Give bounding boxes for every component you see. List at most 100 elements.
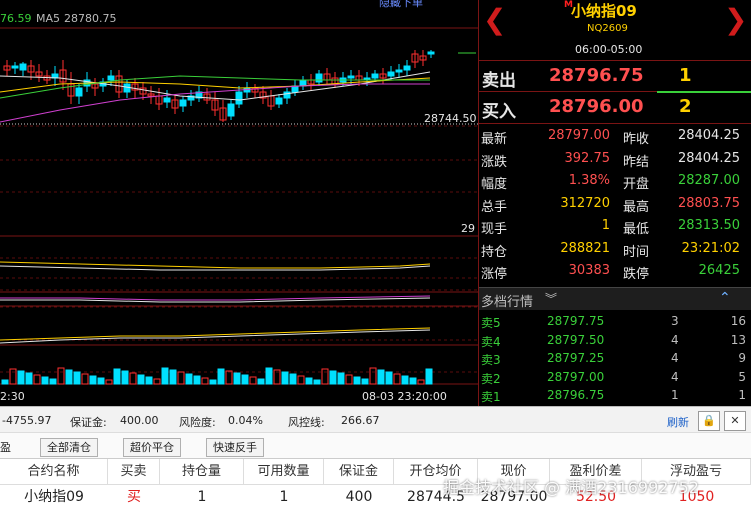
kline-chart[interactable]: 76.59 MA5 28780.75 隐藏下单 28744.50 29 2:30… <box>0 0 478 406</box>
ask-row[interactable]: 卖出 28796.75 1 <box>479 62 751 91</box>
over-price-close-button[interactable]: 超价平仓 <box>123 438 181 457</box>
candle-body <box>227 103 235 117</box>
table-cell[interactable]: 1 <box>160 485 244 510</box>
quote-label: 时间 <box>623 244 650 260</box>
depth-row[interactable]: 卖3 28797.25 4 9 <box>479 349 751 368</box>
volume-bar <box>417 379 425 385</box>
quote-value: 28803.75 <box>677 195 740 211</box>
volume-bar <box>241 374 249 385</box>
account-bar: -4755.97 保证金: 400.00 风险度: 0.04% 风控线: 266… <box>0 406 751 433</box>
quote-value: 23:21:02 <box>681 240 740 256</box>
quote-label: 持仓 <box>481 244 508 260</box>
volume-bar <box>305 377 313 385</box>
depth-row[interactable]: 卖1 28796.75 1 1 <box>479 386 751 405</box>
bid-row[interactable]: 买入 28796.00 2 <box>479 93 751 122</box>
depth-total: 1 <box>738 388 746 402</box>
column-header[interactable]: 持仓量 <box>160 459 244 485</box>
quote-row: 幅度 1.38% 开盘 28287.00 <box>479 170 751 192</box>
quote-value: 28313.50 <box>677 218 740 233</box>
depth-name: 卖1 <box>481 390 501 404</box>
quote-label: 现手 <box>481 222 508 237</box>
margin-label: 保证金: <box>70 416 107 429</box>
chevron-up-icon[interactable]: ⌃ <box>719 290 731 306</box>
ask-qty: 1 <box>679 65 692 86</box>
depth-name: 卖4 <box>481 334 501 349</box>
close-all-button[interactable]: 全部清仓 <box>40 438 98 457</box>
volume-bar <box>225 370 233 385</box>
trading-hours: 06:00-05:00 <box>575 43 643 56</box>
candle-body <box>299 79 307 87</box>
depth-qty: 4 <box>671 332 679 347</box>
time-right-label: 08-03 23:20:00 <box>362 390 447 403</box>
quote-label: 总手 <box>481 199 508 215</box>
quote-label: 最高 <box>623 199 650 215</box>
table-cell[interactable]: 1 <box>244 485 324 510</box>
volume-bar <box>313 379 321 385</box>
quote-value: 1 <box>601 218 610 233</box>
depth-total: 5 <box>738 369 746 384</box>
ma-left-value: 76.59 <box>0 12 32 25</box>
volume-bar <box>369 367 377 385</box>
quote-panel: ❮ ❯ M 小纳指09 NQ2609 06:00-05:00 卖出 28796.… <box>478 0 751 406</box>
hide-order-link[interactable]: 隐藏下单 <box>379 0 423 10</box>
volume-bar <box>329 370 337 385</box>
close-icon[interactable]: ✕ <box>724 411 746 431</box>
refresh-button[interactable]: 刷新 <box>667 414 689 430</box>
account-balance: -4755.97 <box>2 414 52 427</box>
volume-bar <box>377 369 385 385</box>
candle-body <box>403 65 411 71</box>
volume-bar <box>321 368 329 385</box>
depth-price: 28797.25 <box>547 351 605 365</box>
ma5-value: 28780.75 <box>64 12 117 25</box>
quote-value: 392.75 <box>564 150 611 166</box>
depth-qty: 3 <box>671 314 679 328</box>
chevron-left-icon[interactable]: ❮ <box>483 6 506 34</box>
quote-label: 最新 <box>481 132 508 147</box>
candle-body <box>275 97 283 105</box>
volume-bar <box>249 376 257 385</box>
candle-body <box>315 73 323 83</box>
quote-row: 现手 1 最低 28313.50 <box>479 215 751 237</box>
contract-code: NQ2609 <box>587 23 628 34</box>
quote-label: 最低 <box>623 222 650 237</box>
table-cell[interactable]: 小纳指09 <box>0 485 108 510</box>
depth-row[interactable]: 卖4 28797.50 4 13 <box>479 331 751 350</box>
chevron-right-icon[interactable]: ❯ <box>724 6 747 34</box>
volume-bar <box>217 368 225 385</box>
column-header[interactable]: 买卖 <box>108 459 160 485</box>
quick-reverse-button[interactable]: 快速反手 <box>206 438 264 457</box>
volume-bar <box>393 373 401 385</box>
volume-bar <box>65 369 73 385</box>
column-header[interactable]: 保证金 <box>324 459 394 485</box>
depth-price: 28797.00 <box>547 369 605 384</box>
quote-label: 昨收 <box>623 132 650 147</box>
volume-bar <box>425 368 433 385</box>
control-label: 风控线: <box>288 416 325 429</box>
ask-label: 卖出 <box>482 71 516 91</box>
volume-bar <box>289 373 297 385</box>
quote-row: 持仓 288821 时间 23:21:02 <box>479 238 751 260</box>
quote-row: 总手 312720 最高 28803.75 <box>479 193 751 215</box>
tab-profit[interactable]: 盈 <box>0 439 11 455</box>
double-chevron-down-icon[interactable]: ︾ <box>545 290 557 307</box>
depth-header[interactable]: 多档行情 ︾ ⌃ <box>479 287 751 310</box>
volume-bar <box>41 376 49 385</box>
column-header[interactable]: 合约名称 <box>0 459 108 485</box>
quote-value: 30383 <box>568 263 610 278</box>
indicator-line <box>0 327 431 341</box>
depth-qty: 4 <box>671 369 679 384</box>
volume-bar <box>281 371 289 385</box>
depth-row[interactable]: 卖2 28797.00 4 5 <box>479 368 751 387</box>
volume-bar <box>113 368 121 385</box>
control-value: 266.67 <box>341 414 380 427</box>
depth-qty: 4 <box>671 351 679 365</box>
volume-bar <box>233 372 241 385</box>
candle-body <box>235 91 243 105</box>
axis-label: 29 <box>461 222 475 235</box>
lock-icon[interactable]: 🔒 <box>698 411 720 431</box>
quote-label: 跌停 <box>623 267 650 282</box>
table-cell[interactable]: 400 <box>324 485 394 510</box>
table-cell[interactable]: 买 <box>108 485 160 510</box>
depth-row[interactable]: 卖5 28797.75 3 16 <box>479 312 751 331</box>
column-header[interactable]: 可用数量 <box>244 459 324 485</box>
